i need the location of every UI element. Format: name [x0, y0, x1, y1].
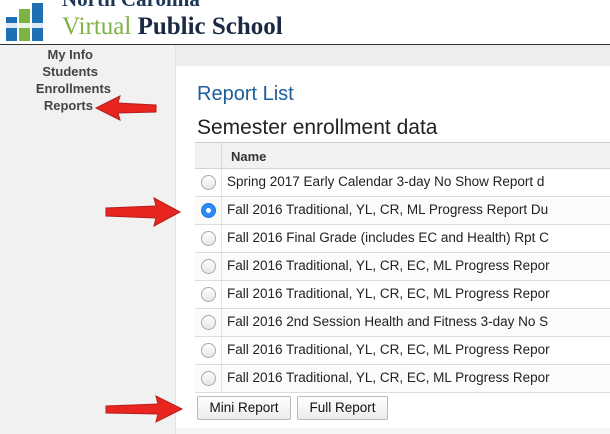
column-header-name[interactable]: Name — [231, 149, 266, 164]
content-top-bar — [176, 45, 610, 66]
table-row[interactable]: Fall 2016 Final Grade (includes EC and H… — [195, 225, 610, 253]
report-name: Fall 2016 Traditional, YL, CR, EC, ML Pr… — [227, 370, 550, 385]
row-divider — [221, 197, 222, 224]
table-row[interactable]: Fall 2016 Traditional, YL, CR, ML Progre… — [195, 197, 610, 225]
radio-button-icon[interactable] — [201, 203, 216, 218]
mini-report-button[interactable]: Mini Report — [197, 396, 291, 420]
radio-button-icon[interactable] — [201, 287, 216, 302]
report-table: Name Spring 2017 Early Calendar 3-day No… — [195, 142, 610, 393]
row-divider — [221, 169, 222, 196]
table-header: Name — [195, 143, 610, 169]
page-title: Report List — [197, 83, 294, 105]
header: North Carolina Virtual Public School — [0, 0, 610, 45]
radio-button-icon[interactable] — [201, 231, 216, 246]
report-name: Fall 2016 2nd Session Health and Fitness… — [227, 314, 549, 329]
sidebar-item-my-info[interactable]: My Info — [0, 46, 120, 63]
org-name: North Carolina — [62, 0, 200, 12]
radio-button-icon[interactable] — [201, 371, 216, 386]
report-name: Fall 2016 Traditional, YL, CR, EC, ML Pr… — [227, 342, 550, 357]
row-divider — [221, 309, 222, 336]
radio-button-icon[interactable] — [201, 175, 216, 190]
sidebar-item-students[interactable]: Students — [0, 63, 120, 80]
school-logo-icon — [6, 3, 46, 41]
table-row[interactable]: Fall 2016 Traditional, YL, CR, EC, ML Pr… — [195, 253, 610, 281]
brand-title: Virtual Public School — [62, 13, 283, 41]
row-divider — [221, 253, 222, 280]
select-column-header — [195, 143, 222, 168]
table-row[interactable]: Spring 2017 Early Calendar 3-day No Show… — [195, 169, 610, 197]
brand-public-school: Public School — [137, 13, 283, 40]
report-name: Fall 2016 Traditional, YL, CR, ML Progre… — [227, 202, 549, 217]
row-divider — [221, 365, 222, 392]
report-name: Fall 2016 Traditional, YL, CR, EC, ML Pr… — [227, 258, 550, 273]
radio-button-icon[interactable] — [201, 259, 216, 274]
table-row[interactable]: Fall 2016 Traditional, YL, CR, EC, ML Pr… — [195, 365, 610, 393]
row-divider — [221, 337, 222, 364]
table-body: Spring 2017 Early Calendar 3-day No Show… — [195, 169, 610, 393]
section-title: Semester enrollment data — [197, 116, 438, 139]
red-arrow-icon — [105, 197, 182, 227]
report-name: Fall 2016 Final Grade (includes EC and H… — [227, 230, 549, 245]
red-arrow-icon — [105, 395, 184, 423]
row-divider — [221, 225, 222, 252]
brand-virtual: Virtual — [62, 13, 132, 40]
bottom-strip — [176, 428, 610, 434]
radio-button-icon[interactable] — [201, 315, 216, 330]
table-row[interactable]: Fall 2016 2nd Session Health and Fitness… — [195, 309, 610, 337]
row-divider — [221, 281, 222, 308]
report-name: Fall 2016 Traditional, YL, CR, EC, ML Pr… — [227, 286, 550, 301]
table-row[interactable]: Fall 2016 Traditional, YL, CR, EC, ML Pr… — [195, 281, 610, 309]
full-report-button[interactable]: Full Report — [297, 396, 388, 420]
table-row[interactable]: Fall 2016 Traditional, YL, CR, EC, ML Pr… — [195, 337, 610, 365]
radio-button-icon[interactable] — [201, 343, 216, 358]
report-name: Spring 2017 Early Calendar 3-day No Show… — [227, 174, 545, 189]
red-arrow-icon — [94, 95, 157, 121]
